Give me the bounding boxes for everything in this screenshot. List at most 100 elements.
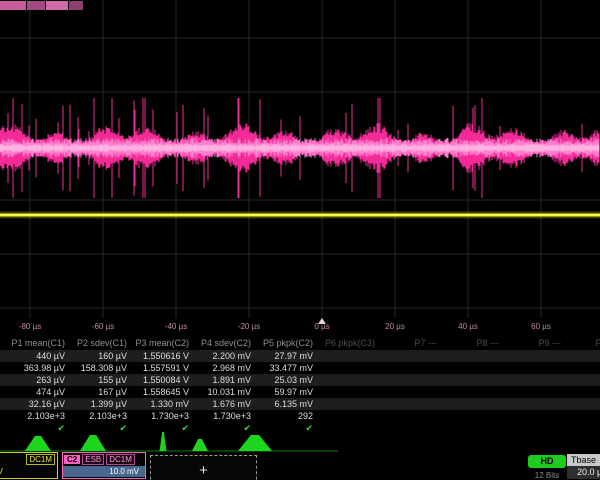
trace-title-fragment [69, 1, 83, 10]
hd-badge: HD [528, 455, 566, 468]
waveform-grid [0, 0, 600, 318]
timebase-descriptor[interactable]: Tbase 20.0 µs/div [567, 454, 600, 479]
measure-value-cell: 1.730e+3 [191, 410, 253, 422]
measure-header-cell[interactable]: P7 --- [377, 336, 439, 350]
table-row: 474 µV167 µV1.558645 V10.031 mV59.97 mV [0, 386, 600, 398]
measure-header-cell[interactable]: P4 sdev(C2) [191, 336, 253, 350]
measure-header-cell[interactable]: P9 --- [501, 336, 563, 350]
c2-scale-value: 10.0 mV [63, 466, 145, 477]
measure-value-cell: 25.03 mV [253, 374, 315, 386]
measure-value-cell: 10.031 mV [191, 386, 253, 398]
measure-value-cell [439, 362, 501, 374]
measure-header-cell[interactable]: P1 mean(C1) [5, 336, 67, 350]
table-row: 363.98 µV158.308 µV1.557591 V2.968 mV33.… [0, 362, 600, 374]
hd-mode-indicator[interactable]: HD 12 Bits [528, 455, 566, 480]
histogram-peak [192, 439, 208, 451]
table-row: 2.103e+32.103e+31.730e+31.730e+3292 [0, 410, 600, 422]
measure-value-cell: 1.550084 V [129, 374, 191, 386]
measure-value-cell: 32.16 µV [5, 398, 67, 410]
measure-value-cell: 363.98 µV [5, 362, 67, 374]
table-row: 32.16 µV1.399 µV1.330 mV1.676 mV6.135 mV [0, 398, 600, 410]
measure-header-cell[interactable]: P3 mean(C2) [129, 336, 191, 350]
measure-value-cell [439, 398, 501, 410]
measure-value-cell [563, 374, 600, 386]
table-row: P1 mean(C1)P2 sdev(C1)P3 mean(C2)P4 sdev… [0, 336, 600, 350]
measure-value-cell: 27.97 mV [253, 350, 315, 362]
measure-value-cell [315, 410, 377, 422]
measure-value-cell [315, 362, 377, 374]
measure-value-cell [501, 374, 563, 386]
measure-value-cell: 1.676 mV [191, 398, 253, 410]
histogram-peak [80, 435, 106, 451]
measure-header-cell[interactable]: P10 --- [563, 336, 600, 350]
measure-value-cell [563, 350, 600, 362]
measure-value-cell: 1.730e+3 [129, 410, 191, 422]
measure-value-cell [439, 410, 501, 422]
measure-value-cell: 1.557591 V [129, 362, 191, 374]
measurement-table: P1 mean(C1)P2 sdev(C1)P3 mean(C2)P4 sdev… [0, 336, 600, 434]
time-tick-label: -20 µs [238, 322, 260, 331]
measure-value-cell [501, 410, 563, 422]
measure-value-cell [501, 362, 563, 374]
trace-title-fragment [27, 1, 45, 10]
oscilloscope-screen: -100 µs-80 µs-60 µs-40 µs-20 µs0 µs20 µs… [0, 0, 600, 480]
time-tick-label: 20 µs [385, 322, 405, 331]
measure-value-cell [439, 374, 501, 386]
time-tick-label: 60 µs [531, 322, 551, 331]
measure-header-cell[interactable]: P5 pkpk(C2) [253, 336, 315, 350]
time-tick-label: -40 µs [165, 322, 187, 331]
measure-value-cell [315, 374, 377, 386]
measure-value-cell [315, 386, 377, 398]
measure-value-cell [501, 386, 563, 398]
timebase-value: 20.0 µs/div [567, 466, 600, 479]
measure-value-cell [563, 386, 600, 398]
measure-value-cell: 1.891 mV [191, 374, 253, 386]
trace-title-fragment [0, 1, 26, 10]
measure-value-cell [501, 350, 563, 362]
measure-value-cell: 155 µV [67, 374, 129, 386]
measure-value-cell [439, 386, 501, 398]
measure-value-cell: 59.97 mV [253, 386, 315, 398]
measure-value-cell [377, 374, 439, 386]
measure-value-cell [315, 350, 377, 362]
measure-value-cell: 1.550616 V [129, 350, 191, 362]
table-row: 263 µV155 µV1.550084 V1.891 mV25.03 mV [0, 374, 600, 386]
measure-header-cell[interactable]: P2 sdev(C1) [67, 336, 129, 350]
measure-value-cell: 292 [253, 410, 315, 422]
trace-title-fragment [46, 1, 68, 10]
measure-value-cell: 2.103e+3 [5, 410, 67, 422]
c2-coupling-tag: DC1M [106, 454, 135, 465]
channel-c2-descriptor[interactable]: C2 ESB DC1M 10.0 mV [62, 452, 146, 479]
channel-c1-descriptor[interactable]: DC1M 10.0 mV [0, 452, 58, 479]
time-tick-label: 40 µs [458, 322, 478, 331]
histogram-peak [160, 432, 167, 451]
c2-esb-tag: ESB [82, 454, 104, 465]
histogram-peak [238, 435, 272, 451]
measure-header-cell[interactable]: P6 pkpk(C3) [315, 336, 377, 350]
measure-value-cell: 6.135 mV [253, 398, 315, 410]
measure-value-cell [563, 410, 600, 422]
measure-value-cell [563, 398, 600, 410]
measure-value-cell [377, 410, 439, 422]
measure-value-cell [439, 350, 501, 362]
measure-value-cell [315, 398, 377, 410]
measure-value-cell: 1.399 µV [67, 398, 129, 410]
measure-value-cell: 440 µV [5, 350, 67, 362]
time-axis: -100 µs-80 µs-60 µs-40 µs-20 µs0 µs20 µs… [0, 318, 600, 336]
measure-value-cell: 2.200 mV [191, 350, 253, 362]
c1-coupling-tag: DC1M [26, 454, 55, 465]
measure-value-cell [377, 362, 439, 374]
c2-channel-tag: C2 [64, 455, 80, 464]
trace-title-strip [0, 1, 83, 10]
measure-value-cell: 263 µV [5, 374, 67, 386]
measure-value-cell: 160 µV [67, 350, 129, 362]
add-trace-button[interactable]: + [150, 455, 257, 480]
measure-value-cell: 2.103e+3 [67, 410, 129, 422]
measure-value-cell [563, 362, 600, 374]
time-tick-label: -80 µs [19, 322, 41, 331]
histogram-peak [25, 436, 51, 451]
measure-value-cell [501, 398, 563, 410]
timebase-label: Tbase [567, 454, 600, 466]
measure-value-cell: 1.558645 V [129, 386, 191, 398]
measure-header-cell[interactable]: P8 --- [439, 336, 501, 350]
